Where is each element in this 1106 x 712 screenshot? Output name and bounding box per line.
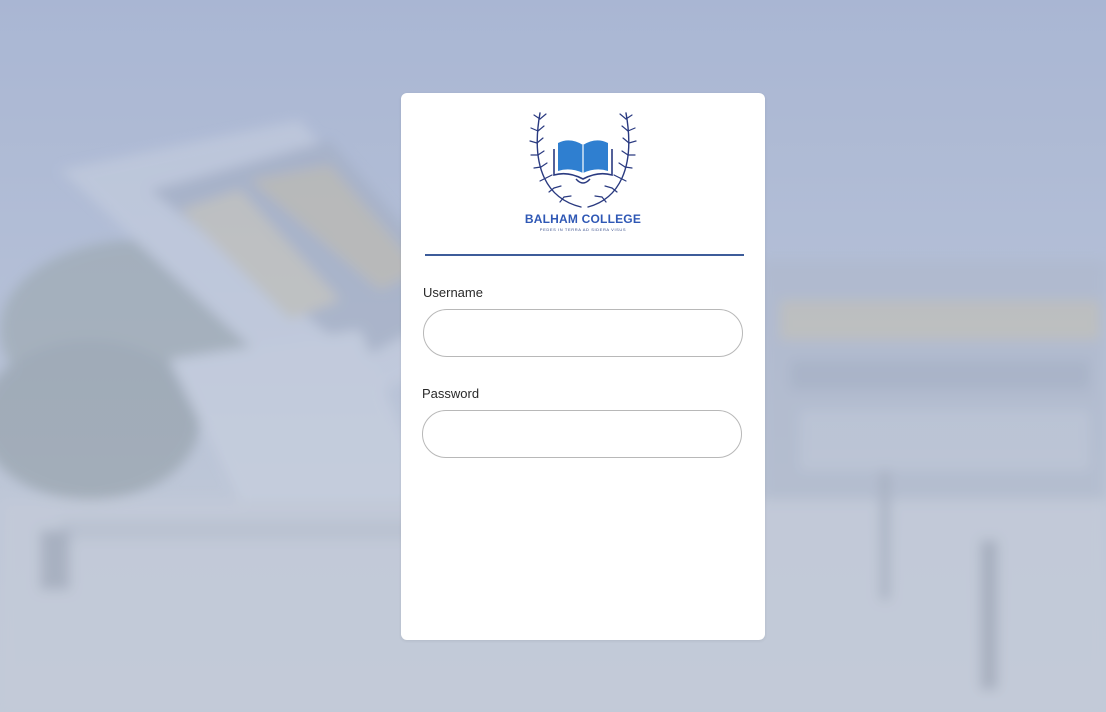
password-input[interactable] <box>422 410 742 458</box>
username-input[interactable] <box>423 309 743 357</box>
college-motto: PEDES IN TERRA AD SIDERA VISUS <box>539 227 627 232</box>
college-logo: BALHAM COLLEGE PEDES IN TERRA AD SIDERA … <box>518 109 648 233</box>
username-label: Username <box>423 285 483 300</box>
college-name: BALHAM COLLEGE <box>524 212 642 226</box>
login-card: BALHAM COLLEGE PEDES IN TERRA AD SIDERA … <box>401 93 765 640</box>
wreath-book-icon <box>529 112 637 208</box>
header-divider <box>425 254 744 256</box>
password-label: Password <box>422 386 480 401</box>
